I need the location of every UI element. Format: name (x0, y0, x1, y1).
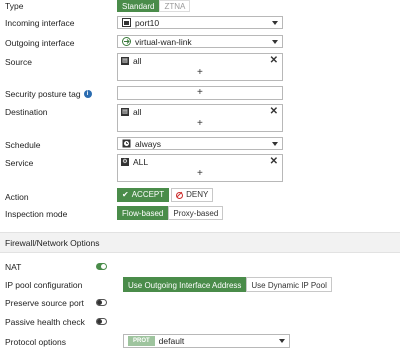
destination-label: Destination (5, 107, 48, 117)
accept-label: ACCEPT (131, 190, 165, 199)
source-entry-label: all (133, 56, 142, 66)
use-outgoing-interface-address-button[interactable]: Use Outgoing Interface Address (123, 277, 247, 292)
preserve-source-port-label: Preserve source port (5, 298, 84, 308)
flow-based-button[interactable]: Flow-based (117, 206, 169, 220)
section-title: Firewall/Network Options (5, 238, 100, 248)
type-label: Type (5, 1, 24, 11)
address-icon: ▤ (121, 108, 129, 116)
type-standard-button[interactable]: Standard (117, 0, 160, 12)
use-dynamic-ip-pool-button[interactable]: Use Dynamic IP Pool (246, 277, 332, 292)
passive-health-check-toggle[interactable] (96, 318, 107, 325)
destination-entry[interactable]: ▤ all (121, 107, 142, 117)
checkmark-icon: ✔ (122, 190, 129, 199)
source-label: Source (5, 57, 32, 67)
destination-add-button[interactable]: + (197, 118, 203, 129)
service-add-button[interactable]: + (197, 168, 203, 179)
service-label: Service (5, 158, 34, 168)
remove-icon[interactable]: ✕ (270, 55, 278, 66)
schedule-select[interactable]: always (117, 137, 283, 150)
destination-list[interactable]: ▤ all ✕ + (117, 104, 283, 132)
chevron-down-icon (272, 142, 278, 146)
sdwan-icon (122, 37, 131, 46)
remove-icon[interactable]: ✕ (270, 106, 278, 117)
protocol-options-value: default (158, 336, 185, 346)
action-segmented: ✔ ACCEPT DENY (117, 188, 214, 202)
inspection-mode-segmented: Flow-based Proxy-based (117, 206, 224, 220)
prot-badge: PROT (128, 336, 155, 346)
security-posture-tag-add-button[interactable]: + (197, 87, 203, 98)
type-ztna-button[interactable]: ZTNA (159, 0, 191, 12)
chevron-down-icon (279, 339, 285, 343)
preserve-source-port-toggle[interactable] (96, 299, 107, 306)
address-icon: ▤ (121, 57, 129, 65)
deny-icon (176, 191, 184, 199)
outgoing-interface-label: Outgoing interface (5, 38, 75, 48)
outgoing-interface-select[interactable]: virtual-wan-link (117, 35, 283, 48)
source-entry[interactable]: ▤ all (121, 56, 142, 66)
schedule-label: Schedule (5, 140, 41, 150)
firewall-network-options-header: Firewall/Network Options (0, 232, 400, 253)
source-add-button[interactable]: + (197, 67, 203, 78)
security-posture-tag-label: Security posture tag (5, 89, 81, 99)
service-entry-label: ALL (133, 157, 149, 167)
chevron-down-icon (272, 21, 278, 25)
destination-entry-label: all (133, 107, 142, 117)
source-list[interactable]: ▤ all ✕ + (117, 53, 283, 81)
security-posture-tag-list[interactable]: + (117, 86, 283, 100)
type-segmented: Standard ZTNA (117, 0, 191, 12)
ip-pool-segmented: Use Outgoing Interface Address Use Dynam… (123, 277, 332, 292)
incoming-interface-select[interactable]: port10 (117, 16, 283, 29)
ip-pool-label: IP pool configuration (5, 280, 83, 290)
nat-toggle[interactable] (96, 263, 107, 270)
deny-label: DENY (186, 190, 209, 199)
security-posture-tag-row: Security posture tag i (5, 89, 92, 99)
remove-icon[interactable]: ✕ (270, 156, 278, 167)
accept-button[interactable]: ✔ ACCEPT (117, 188, 170, 202)
service-list[interactable]: ⚙ ALL ✕ + (117, 154, 283, 182)
protocol-options-select[interactable]: PROT default (123, 334, 290, 348)
schedule-value: always (135, 138, 161, 149)
info-icon[interactable]: i (83, 90, 92, 98)
nat-label: NAT (5, 262, 22, 272)
incoming-interface-label: Incoming interface (5, 18, 75, 28)
deny-button[interactable]: DENY (171, 188, 214, 202)
inspection-mode-label: Inspection mode (5, 209, 68, 219)
incoming-interface-value: port10 (135, 17, 160, 28)
passive-health-check-label: Passive health check (5, 317, 85, 327)
proxy-based-button[interactable]: Proxy-based (168, 206, 224, 220)
port-icon (122, 18, 131, 27)
service-icon: ⚙ (121, 158, 129, 166)
chevron-down-icon (272, 40, 278, 44)
service-entry[interactable]: ⚙ ALL (121, 157, 148, 167)
schedule-icon (122, 139, 131, 148)
action-label: Action (5, 192, 29, 202)
protocol-options-label: Protocol options (5, 337, 66, 347)
outgoing-interface-value: virtual-wan-link (135, 36, 192, 47)
